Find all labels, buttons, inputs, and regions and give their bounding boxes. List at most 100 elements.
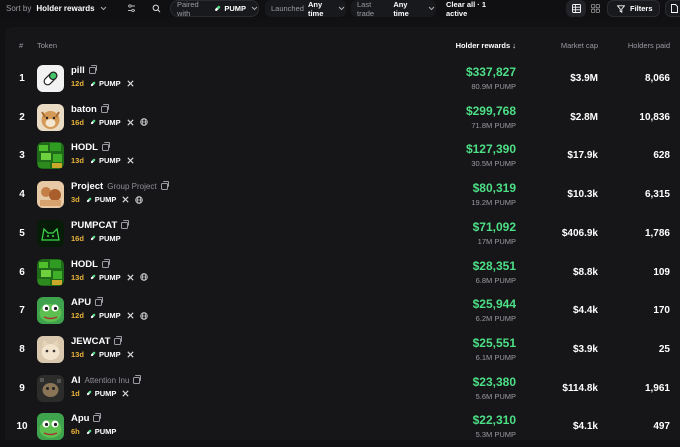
x-icon[interactable]	[127, 312, 134, 319]
holder-reward-value: $127,390	[465, 142, 516, 157]
token-age: 12d	[71, 79, 84, 88]
copy-icon[interactable]	[95, 297, 104, 307]
table-view-button[interactable]	[566, 0, 586, 17]
token-name: AI	[71, 374, 81, 386]
globe-icon[interactable]	[139, 311, 148, 320]
holder-reward-tokens: 80.9M PUMP	[471, 82, 516, 91]
token-meta: 1d PUMP	[71, 389, 135, 398]
pair-badge: PUMP	[86, 427, 116, 436]
pair-label: PUMP	[94, 195, 117, 205]
market-cap-value: $8.8k	[572, 266, 598, 278]
market-cap-value: $114.8k	[562, 382, 598, 394]
filters-button[interactable]: Filters	[607, 0, 660, 17]
table-header: # Token Holder rewards ↓ Market cap Hold…	[5, 27, 680, 61]
copy-icon[interactable]	[133, 374, 142, 384]
token-name-line: HODL	[71, 142, 110, 154]
copy-icon[interactable]	[88, 65, 97, 74]
rank: 5	[19, 227, 25, 239]
x-icon[interactable]	[127, 119, 134, 126]
holder-reward-value: $25,944	[472, 297, 516, 312]
token-avatar	[37, 142, 64, 170]
copy-icon[interactable]	[101, 258, 110, 268]
copy-icon[interactable]	[114, 335, 123, 345]
pair-badge: PUMP	[86, 389, 116, 398]
token-name: APU	[71, 297, 92, 309]
table-row[interactable]: 9 AI Attention Inu 1d PUMP $23,380 5.6M …	[5, 370, 680, 409]
paired-with-filter[interactable]: Paired with PUMP	[170, 0, 259, 18]
globe-icon[interactable]	[139, 273, 148, 281]
holder-reward-tokens: 5.6M PUMP	[475, 391, 516, 401]
copy-icon[interactable]	[101, 142, 110, 152]
x-icon[interactable]	[127, 157, 134, 164]
holders-paid-value: 10,836	[639, 111, 670, 123]
clear-all-button[interactable]: Clear all · 1 active	[446, 0, 508, 18]
copy-icon[interactable]	[100, 103, 109, 113]
token-age: 3d	[71, 195, 80, 205]
table-row[interactable]: 2 baton 16d PUMP $299,768 71.8M PUMP $2.…	[5, 99, 680, 138]
table-row[interactable]: 5 PUMPCAT 16d PUMP $71,092 17M PUMP $406…	[5, 215, 680, 254]
holders-paid-value: 1,961	[644, 382, 670, 394]
token-name-line: PUMPCAT	[71, 219, 130, 231]
lasttrade-prefix: Last trade	[357, 0, 375, 18]
toolbar: Sort by Holder rewards Paired with PUMP …	[0, 0, 680, 18]
sort-dropdown[interactable]: Sort by Holder rewards	[6, 0, 116, 17]
x-icon[interactable]	[127, 351, 134, 358]
pair-badge: PUMP	[90, 311, 121, 320]
last-trade-filter[interactable]: Last trade Any time	[351, 0, 436, 18]
token-age: 13d	[71, 349, 84, 359]
table-row[interactable]: 10 Apu 6h PUMP $22,310 5.3M PUMP $4.1k 4…	[5, 408, 680, 447]
table-row[interactable]: 6 HODL 13d PUMP $28,351 6.8M PUMP $8.8k …	[5, 254, 680, 293]
holder-reward-tokens: 5.3M PUMP	[475, 430, 516, 440]
search-icon	[152, 4, 161, 13]
table-row[interactable]: 4 Project Group Project 3d PUMP $80,319 …	[5, 176, 680, 215]
pump-icon	[90, 313, 96, 319]
pair-label: PUMP	[98, 117, 121, 127]
search-button[interactable]	[147, 0, 165, 17]
clear-all-label: Clear all · 1 active	[446, 0, 487, 18]
market-cap-header[interactable]: Market cap	[561, 41, 598, 50]
launched-filter[interactable]: Launched Any time	[265, 0, 346, 18]
market-cap-value: $4.1k	[572, 421, 598, 433]
x-icon[interactable]	[127, 273, 134, 281]
token-name-line: JEWCAT	[71, 335, 123, 347]
x-icon[interactable]	[127, 80, 134, 87]
token-age: 12d	[71, 311, 84, 321]
x-icon[interactable]	[122, 390, 130, 397]
export-button[interactable]	[665, 0, 680, 17]
copy-icon[interactable]	[160, 181, 169, 191]
holder-reward-tokens: 30.5M PUMP	[471, 159, 516, 169]
pair-badge: PUMP	[86, 195, 117, 205]
token-age: 13d	[71, 156, 84, 166]
token-meta: 12d PUMP	[71, 311, 154, 320]
rank: 8	[19, 343, 25, 355]
holder-rewards-header[interactable]: Holder rewards ↓	[456, 41, 516, 50]
token-name: HODL	[71, 142, 98, 154]
table-row[interactable]: 8 JEWCAT 13d PUMP $25,551 6.1M PUMP $3.9…	[5, 331, 680, 370]
token-age: 13d	[71, 272, 84, 282]
pair-label: PUMP	[98, 349, 121, 359]
filter-icon	[617, 4, 625, 13]
token-avatar	[37, 374, 64, 402]
grid-view-button[interactable]	[587, 0, 603, 17]
rank: 4	[19, 189, 25, 201]
token-meta: 12d PUMP	[71, 79, 140, 88]
pair-label: PUMP	[98, 311, 121, 321]
holder-reward-tokens: 6.8M PUMP	[475, 275, 516, 285]
columns-toggle-button[interactable]	[124, 0, 138, 17]
copy-icon[interactable]	[93, 413, 102, 423]
x-icon[interactable]	[122, 196, 130, 203]
table-row[interactable]: 7 APU 12d PUMP $25,944 6.2M PUMP $4.4k 1…	[5, 292, 680, 331]
globe-icon[interactable]	[135, 195, 144, 204]
table-row[interactable]: 1 pill 12d PUMP $337,827 80.9M PUMP $3.9…	[5, 60, 680, 99]
pair-badge: PUMP	[90, 118, 121, 127]
copy-icon[interactable]	[121, 219, 130, 229]
table-row[interactable]: 3 HODL 13d PUMP $127,390 30.5M PUMP $17.…	[5, 137, 680, 176]
globe-icon[interactable]	[139, 118, 148, 126]
chevron-down-icon	[251, 6, 258, 11]
token-avatar	[37, 181, 64, 209]
token-meta: 6h PUMP	[71, 427, 122, 436]
chevron-down-icon	[428, 6, 435, 11]
holders-paid-header[interactable]: Holders paid	[628, 41, 670, 50]
token-meta: 16d PUMP	[71, 118, 154, 127]
paired-value: PUMP	[224, 4, 246, 13]
